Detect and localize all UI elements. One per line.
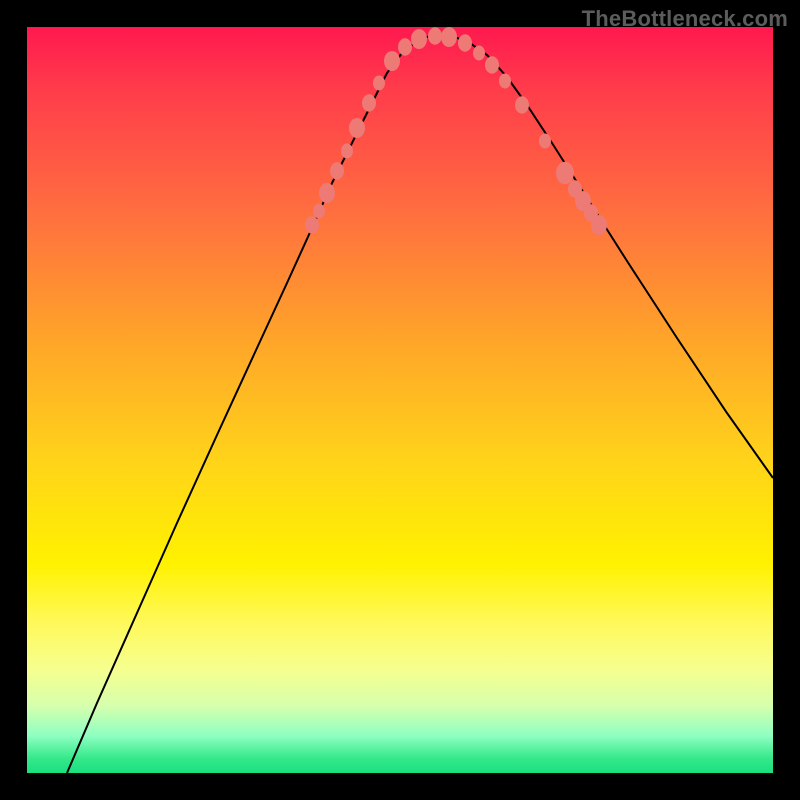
curve-marker	[362, 94, 376, 112]
curve-marker	[319, 183, 335, 203]
curve-marker	[515, 96, 529, 114]
curve-marker	[441, 27, 457, 47]
curve-marker	[373, 76, 385, 91]
curve-marker	[384, 51, 400, 71]
plot-svg	[27, 27, 773, 773]
curve-marker	[349, 118, 365, 138]
curve-marker	[411, 29, 427, 49]
curve-marker	[313, 204, 325, 219]
curve-marker	[341, 144, 353, 159]
marker-group	[305, 27, 607, 235]
bottleneck-curve	[67, 35, 773, 773]
curve-marker	[330, 162, 344, 180]
curve-marker	[473, 46, 485, 61]
curve-marker	[556, 162, 574, 185]
curve-marker	[539, 134, 551, 149]
curve-marker	[485, 56, 499, 74]
chart-frame	[27, 27, 773, 773]
curve-marker	[591, 215, 607, 235]
curve-marker	[458, 34, 472, 52]
watermark-text: TheBottleneck.com	[582, 6, 788, 32]
curve-marker	[398, 38, 412, 56]
curve-marker	[305, 216, 319, 234]
curve-marker	[499, 74, 511, 89]
curve-marker	[428, 27, 442, 45]
